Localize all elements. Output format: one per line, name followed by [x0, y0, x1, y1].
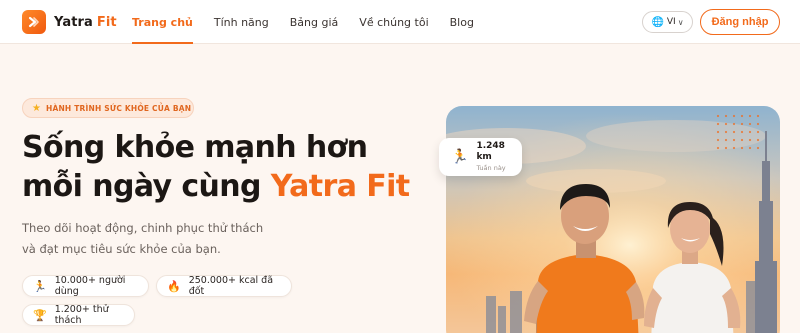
brand-name: Yatra Fit: [54, 14, 117, 30]
stat-pill-kcal: 🔥 250.000+ kcal đã đốt: [156, 275, 292, 297]
logo-arrow-icon: [22, 10, 46, 34]
stat-pill-challenges: 🏆 1.200+ thử thách: [22, 304, 135, 326]
stat-pill-users: 🏃 10.000+ người dùng: [22, 275, 149, 297]
hero-subtitle: Theo dõi hoạt động, chinh phục thử thách…: [22, 221, 264, 256]
headline-line-1: Sống khỏe mạnh hơn: [22, 130, 368, 165]
top-navbar: Yatra Fit Trang chủ Tính năng Bảng giá Về…: [0, 0, 800, 44]
nav-link-features[interactable]: Tính năng: [214, 0, 269, 44]
globe-icon: 🌐: [651, 16, 664, 28]
runner-icon: 🏃: [451, 149, 469, 165]
nav-link-home[interactable]: Trang chủ: [132, 0, 193, 44]
stat-pill-label: 250.000+ kcal đã đốt: [188, 275, 274, 297]
hero-badge: ★ HÀNH TRÌNH SỨC KHỎE CỦA BẠN: [22, 98, 194, 118]
hero-headline: Sống khỏe mạnh hơn mỗi ngày cùng Yatra F…: [22, 128, 442, 206]
nav-link-pricing[interactable]: Bảng giá: [290, 0, 339, 44]
trophy-icon: 🏆: [33, 308, 47, 322]
nav-link-about[interactable]: Về chúng tôi: [359, 0, 428, 44]
weekly-distance-label: Tuần này: [476, 164, 506, 172]
nav-link-blog[interactable]: Blog: [450, 0, 474, 44]
language-code: VI: [666, 17, 676, 27]
language-selector[interactable]: 🌐 VI ∨: [642, 11, 693, 33]
headline-accent: Yatra Fit: [270, 169, 410, 204]
hero-badge-text: HÀNH TRÌNH SỨC KHỎE CỦA BẠN: [45, 103, 192, 113]
stat-pill-label: 1.200+ thử thách: [54, 304, 109, 326]
main-nav: Trang chủ Tính năng Bảng giá Về chúng tô…: [132, 0, 495, 44]
runner-icon: 🏃: [33, 279, 47, 293]
login-button[interactable]: Đăng nhập: [700, 9, 780, 35]
fire-icon: 🔥: [167, 279, 181, 293]
weekly-distance-value: 1.248 km: [476, 141, 505, 162]
weekly-distance-card: 🏃 1.248 km Tuần này: [439, 138, 522, 176]
brand-logo[interactable]: Yatra Fit: [22, 10, 117, 34]
stat-pill-label: 10.000+ người dùng: [54, 275, 126, 297]
star-icon: ★: [32, 102, 41, 114]
headline-line-2: mỗi ngày cùng: [22, 169, 262, 204]
chevron-down-icon: ∨: [677, 17, 684, 27]
